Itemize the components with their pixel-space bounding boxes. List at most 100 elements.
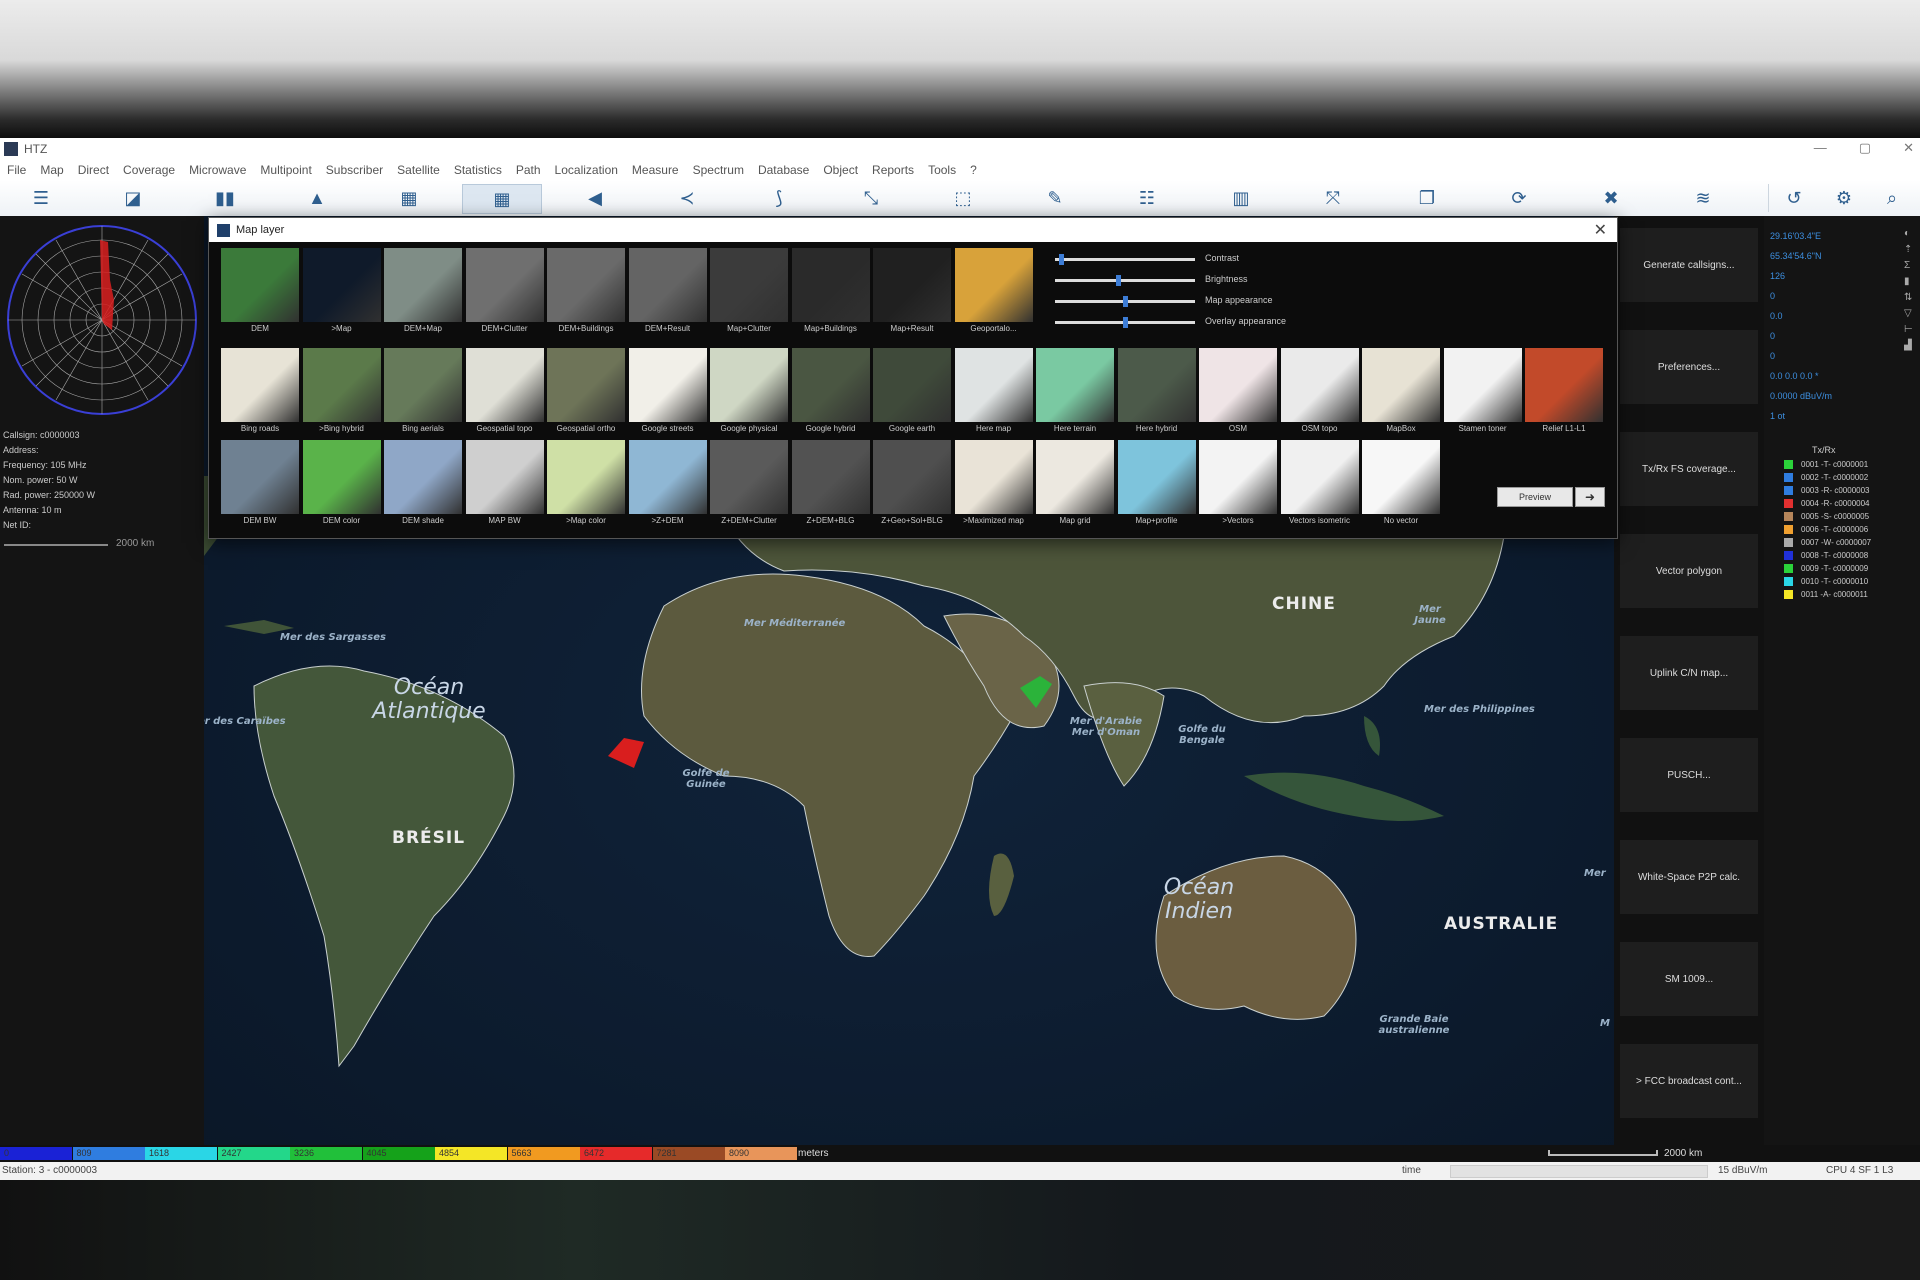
layer-thumb-bing-hybrid[interactable]: >Bing hybrid — [302, 348, 381, 433]
vector-polygon-button[interactable]: Vector polygon — [1620, 534, 1758, 608]
diagonal-icon[interactable]: ⤡ — [848, 184, 894, 212]
columns-icon[interactable]: ▥ — [1218, 184, 1264, 212]
layer-thumb-bing-roads[interactable]: Bing roads — [221, 348, 299, 433]
txrx-row[interactable]: 0011 -A- c0000011 — [1784, 588, 1871, 601]
bars-icon[interactable]: ▮ — [1904, 274, 1918, 290]
layer-thumb-dem-shade[interactable]: DEM shade — [384, 440, 462, 525]
layers-window-icon[interactable]: ❐ — [1404, 184, 1450, 212]
chart-small-icon[interactable]: ▟ — [1904, 338, 1918, 354]
menu-reports[interactable]: Reports — [872, 163, 914, 177]
range-icon[interactable]: ⊢ — [1904, 322, 1918, 338]
generate-callsigns-button[interactable]: Generate callsigns... — [1620, 228, 1758, 302]
settings-icon[interactable]: ⚙ — [1822, 184, 1866, 212]
layer-thumb-google-physical[interactable]: Google physical — [710, 348, 788, 433]
layer-thumb-stamen-toner[interactable]: Stamen toner — [1443, 348, 1522, 433]
txrx-row[interactable]: 0004 -R- c0000004 — [1784, 497, 1871, 510]
layer-thumb-dem-result[interactable]: DEM+Result — [628, 248, 707, 333]
share-icon[interactable]: ≺ — [664, 184, 710, 212]
txrx-row[interactable]: 0009 -T- c0000009 — [1784, 562, 1871, 575]
window-icon[interactable]: ◪ — [110, 184, 156, 212]
layer-thumb-map-result[interactable]: Map+Result — [873, 248, 951, 333]
menu-multipoint[interactable]: Multipoint — [260, 163, 311, 177]
layer-thumb-map-clutter[interactable]: Map+Clutter — [710, 248, 788, 333]
layer-thumb-google-streets[interactable]: Google streets — [628, 348, 707, 433]
table-icon[interactable]: ☷ — [1124, 184, 1170, 212]
list-icon[interactable]: ☰ — [18, 184, 64, 212]
layer-thumb-here-map[interactable]: Here map — [954, 348, 1033, 433]
layer-thumb-geoportalo[interactable]: Geoportalo... — [954, 248, 1033, 333]
updown-icon[interactable]: ⇅ — [1904, 290, 1918, 306]
layer-thumb-here-hybrid[interactable]: Here hybrid — [1117, 348, 1196, 433]
layer-thumb-map-profile[interactable]: Map+profile — [1117, 440, 1196, 525]
layer-thumb-maximized-map[interactable]: >Maximized map — [954, 440, 1033, 525]
menu-spectrum[interactable]: Spectrum — [693, 163, 744, 177]
layer-thumb-relief-l1-l1[interactable]: Relief L1-L1 — [1525, 348, 1603, 433]
layer-thumb-dem-map[interactable]: DEM+Map — [384, 248, 462, 333]
txrx-row[interactable]: 0008 -T- c0000008 — [1784, 549, 1871, 562]
layer-thumb-dem-color[interactable]: DEM color — [302, 440, 381, 525]
menu-direct[interactable]: Direct — [78, 163, 109, 177]
slider-brightness[interactable] — [1055, 275, 1195, 286]
dialog-close-icon[interactable]: ✕ — [1594, 220, 1607, 240]
slider-knob[interactable] — [1059, 254, 1065, 265]
rotate-small-icon[interactable]: ◐ — [1904, 226, 1918, 242]
preferences-button[interactable]: Preferences... — [1620, 330, 1758, 404]
txrx-row[interactable]: 0006 -T- c0000006 — [1784, 523, 1871, 536]
slider-map-appearance[interactable] — [1055, 296, 1195, 307]
filter-icon[interactable]: ▽ — [1904, 306, 1918, 322]
pen-icon[interactable]: ✎ — [1032, 184, 1078, 212]
layer-thumb-dem[interactable]: DEM — [221, 248, 299, 333]
layer-thumb-map-color[interactable]: >Map color — [547, 440, 625, 525]
select-icon[interactable]: ⬚ — [940, 184, 986, 212]
grid-icon[interactable]: ▦ — [462, 184, 542, 214]
speaker-icon[interactable]: ◀ — [572, 184, 618, 212]
layer-thumb-map-grid[interactable]: Map grid — [1036, 440, 1114, 525]
layer-thumb-z-dem-blg[interactable]: Z+DEM+BLG — [791, 440, 870, 525]
layer-thumb-vectors-isometric[interactable]: Vectors isometric — [1280, 440, 1359, 525]
preview-button[interactable]: Preview — [1497, 487, 1573, 507]
route-icon[interactable]: ⟆ — [756, 184, 802, 212]
layer-thumb-dem-bw[interactable]: DEM BW — [221, 440, 299, 525]
layer-thumb-osm-topo[interactable]: OSM topo — [1280, 348, 1359, 433]
menu-subscriber[interactable]: Subscriber — [326, 163, 383, 177]
pusch-button[interactable]: PUSCH... — [1620, 738, 1758, 812]
stack-icon[interactable]: ≋ — [1680, 184, 1726, 212]
layer-thumb-map-buildings[interactable]: Map+Buildings — [791, 248, 870, 333]
txrx-row[interactable]: 0002 -T- c0000002 — [1784, 471, 1871, 484]
slider-knob[interactable] — [1115, 275, 1121, 286]
menu-path[interactable]: Path — [516, 163, 541, 177]
refresh-icon[interactable]: ⟳ — [1496, 184, 1542, 212]
menu-coverage[interactable]: Coverage — [123, 163, 175, 177]
menu-object[interactable]: Object — [823, 163, 858, 177]
menu-help[interactable]: ? — [970, 163, 977, 177]
slider-knob[interactable] — [1122, 296, 1128, 307]
layer-thumb-mapbox[interactable]: MapBox — [1362, 348, 1440, 433]
slider-overlay-appearance[interactable] — [1055, 317, 1195, 328]
txrx-fs-coverage-button[interactable]: Tx/Rx FS coverage... — [1620, 432, 1758, 506]
rotate-icon[interactable]: ↺ — [1768, 184, 1819, 212]
txrx-row[interactable]: 0003 -R- c0000003 — [1784, 484, 1871, 497]
menu-map[interactable]: Map — [40, 163, 63, 177]
apply-arrow-button[interactable]: ➜ — [1575, 487, 1605, 507]
layer-thumb-here-terrain[interactable]: Here terrain — [1036, 348, 1114, 433]
close-x-icon[interactable]: ✖ — [1588, 184, 1634, 212]
bar-chart-icon[interactable]: ▮▮ — [202, 184, 248, 212]
uplink-cn-map-button[interactable]: Uplink C/N map... — [1620, 636, 1758, 710]
sm1009-button[interactable]: SM 1009... — [1620, 942, 1758, 1016]
layer-thumb-google-hybrid[interactable]: Google hybrid — [791, 348, 870, 433]
txrx-row[interactable]: 0010 -T- c0000010 — [1784, 575, 1871, 588]
txrx-row[interactable]: 0005 -S- c0000005 — [1784, 510, 1871, 523]
menu-statistics[interactable]: Statistics — [454, 163, 502, 177]
layer-thumb-geospatial-ortho[interactable]: Geospatial ortho — [547, 348, 625, 433]
menu-tools[interactable]: Tools — [928, 163, 956, 177]
up-arrow-icon[interactable]: ⇡ — [1904, 242, 1918, 258]
slider-contrast[interactable] — [1055, 254, 1195, 265]
minimize-icon[interactable]: — — [1814, 140, 1827, 156]
fcc-broadcast-button[interactable]: > FCC broadcast cont... — [1620, 1044, 1758, 1118]
txrx-row[interactable]: 0007 -W- c0000007 — [1784, 536, 1871, 549]
maximize-icon[interactable]: ▢ — [1859, 140, 1871, 156]
mountain-icon[interactable]: ▲ — [294, 184, 340, 212]
layer-thumb-dem-buildings[interactable]: DEM+Buildings — [547, 248, 625, 333]
white-space-p2p-button[interactable]: White-Space P2P calc. — [1620, 840, 1758, 914]
layer-thumb-dem-clutter[interactable]: DEM+Clutter — [465, 248, 544, 333]
